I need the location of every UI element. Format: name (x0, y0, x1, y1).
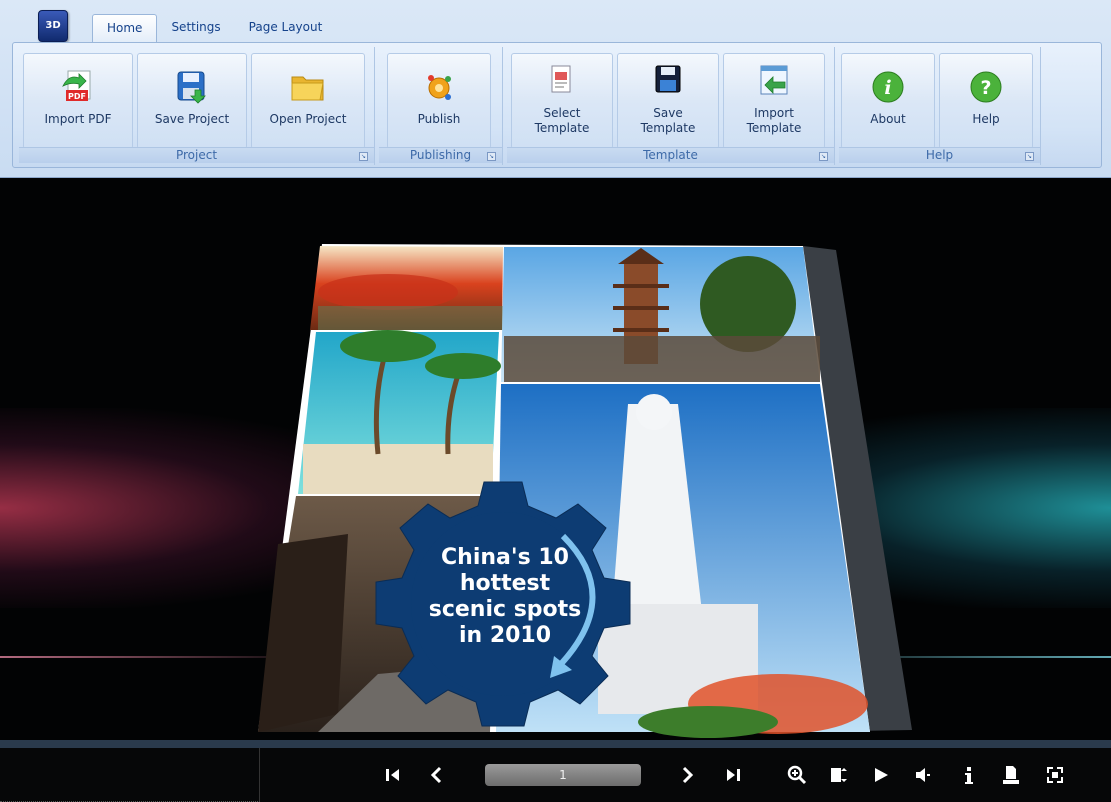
photo-autumn-water (318, 306, 503, 330)
folder-icon (291, 76, 324, 101)
import-template-label-line2: Template (746, 121, 802, 135)
import-template-button[interactable]: Import Template (723, 53, 825, 149)
photo-beach-sand (303, 444, 493, 494)
save-template-label-line1: Save (653, 106, 683, 120)
flipbook-cover[interactable]: China's 10 hottest scenic spots in 2010 (258, 244, 918, 740)
autoplay-icon[interactable] (870, 764, 892, 786)
photo-beach-palm-leaves-2 (425, 353, 501, 379)
cover-title-line-1: China's 10 (441, 545, 569, 570)
svg-text:PDF: PDF (68, 92, 86, 101)
single-double-page-icon[interactable] (828, 764, 850, 786)
save-template-label-line2: Template (640, 121, 696, 135)
viewer-divider (0, 740, 1111, 748)
publish-label: Publish (417, 112, 461, 126)
publishing-group-label: Publishing (379, 147, 502, 163)
help-button[interactable]: ? Help (939, 53, 1033, 149)
photo-statue-head (636, 394, 672, 430)
cover-title-line-2: hottest (460, 571, 551, 596)
about-label: About (870, 112, 906, 126)
viewer-toolbar: 1 (0, 748, 1111, 802)
help-dialog-launcher[interactable]: ↘ (1025, 152, 1034, 161)
svg-text:?: ? (980, 77, 991, 99)
photo-pagoda-eave-3 (613, 328, 669, 332)
toolbar-left-pane (0, 748, 260, 802)
import-pdf-button[interactable]: PDF Import PDF (23, 53, 133, 149)
last-page-icon[interactable] (722, 764, 744, 786)
open-project-button[interactable]: Open Project (251, 53, 365, 149)
select-template-label-line1: Select (543, 106, 581, 120)
template-group-label: Template (507, 147, 834, 163)
photo-beach-palm-leaves-1 (340, 330, 436, 362)
project-group-label: Project (19, 147, 374, 163)
photo-statue-foliage (638, 706, 778, 738)
select-template-label: Select Template (512, 106, 612, 136)
import-template-label: Import Template (724, 106, 824, 136)
project-group: PDF Import PDF Save Project Open Project… (19, 47, 375, 165)
help-label: Help (972, 112, 1000, 126)
help-group: i About ? Help Help ↘ (839, 47, 1041, 165)
info-icon[interactable] (958, 764, 980, 786)
publishing-group: Publish Publishing ↘ (379, 47, 503, 165)
zoom-in-icon[interactable] (786, 764, 808, 786)
tab-page-layout[interactable]: Page Layout (235, 14, 337, 42)
save-project-button[interactable]: Save Project (137, 53, 247, 149)
ribbon-panel: PDF Import PDF Save Project Open Project… (12, 42, 1102, 168)
info-icon: i (872, 71, 904, 103)
photo-pagoda-buildings (504, 336, 820, 382)
tab-home[interactable]: Home (92, 14, 158, 42)
open-project-label: Open Project (269, 112, 347, 126)
template-dialog-launcher[interactable]: ↘ (819, 152, 828, 161)
tab-settings[interactable]: Settings (157, 14, 234, 42)
project-dialog-launcher[interactable]: ↘ (359, 152, 368, 161)
save-project-icon (177, 71, 206, 104)
select-template-label-line2: Template (534, 121, 590, 135)
save-template-button[interactable]: Save Template (617, 53, 719, 149)
ribbon: 3D Home Settings Page Layout PDF Import … (0, 0, 1111, 178)
select-template-button[interactable]: Select Template (511, 53, 613, 149)
page-number-input[interactable]: 1 (485, 764, 641, 786)
cover-title-line-3: scenic spots (429, 597, 582, 622)
photo-autumn-trees (318, 274, 458, 310)
print-icon[interactable] (1000, 764, 1022, 786)
publish-button[interactable]: Publish (387, 53, 491, 149)
fullscreen-icon[interactable] (1044, 764, 1066, 786)
import-template-icon (760, 65, 788, 95)
photo-pagoda-eave-2 (613, 306, 669, 310)
import-pdf-label: Import PDF (44, 112, 112, 126)
help-group-label: Help (839, 147, 1040, 163)
first-page-icon[interactable] (382, 764, 404, 786)
save-template-label: Save Template (618, 106, 718, 136)
select-template-icon (551, 65, 571, 93)
next-page-icon[interactable] (676, 764, 698, 786)
application-menu-button[interactable]: 3D (38, 10, 68, 42)
save-project-label: Save Project (154, 112, 230, 126)
import-pdf-icon: PDF (62, 70, 91, 101)
photo-pagoda-eave-1 (613, 284, 669, 288)
svg-text:i: i (884, 77, 891, 99)
previous-page-icon[interactable] (426, 764, 448, 786)
photo-old-street-wall (258, 534, 348, 732)
cover-title-line-4: in 2010 (459, 623, 551, 648)
question-mark-icon: ? (970, 71, 1002, 103)
ribbon-tabs: Home Settings Page Layout (92, 14, 336, 42)
sound-icon[interactable] (912, 764, 934, 786)
publishing-dialog-launcher[interactable]: ↘ (487, 152, 496, 161)
import-template-label-line1: Import (754, 106, 794, 120)
about-button[interactable]: i About (841, 53, 935, 149)
publish-gear-icon (428, 75, 451, 100)
floppy-disk-icon (655, 65, 681, 93)
template-group: Select Template Save Template Import Tem… (507, 47, 835, 165)
